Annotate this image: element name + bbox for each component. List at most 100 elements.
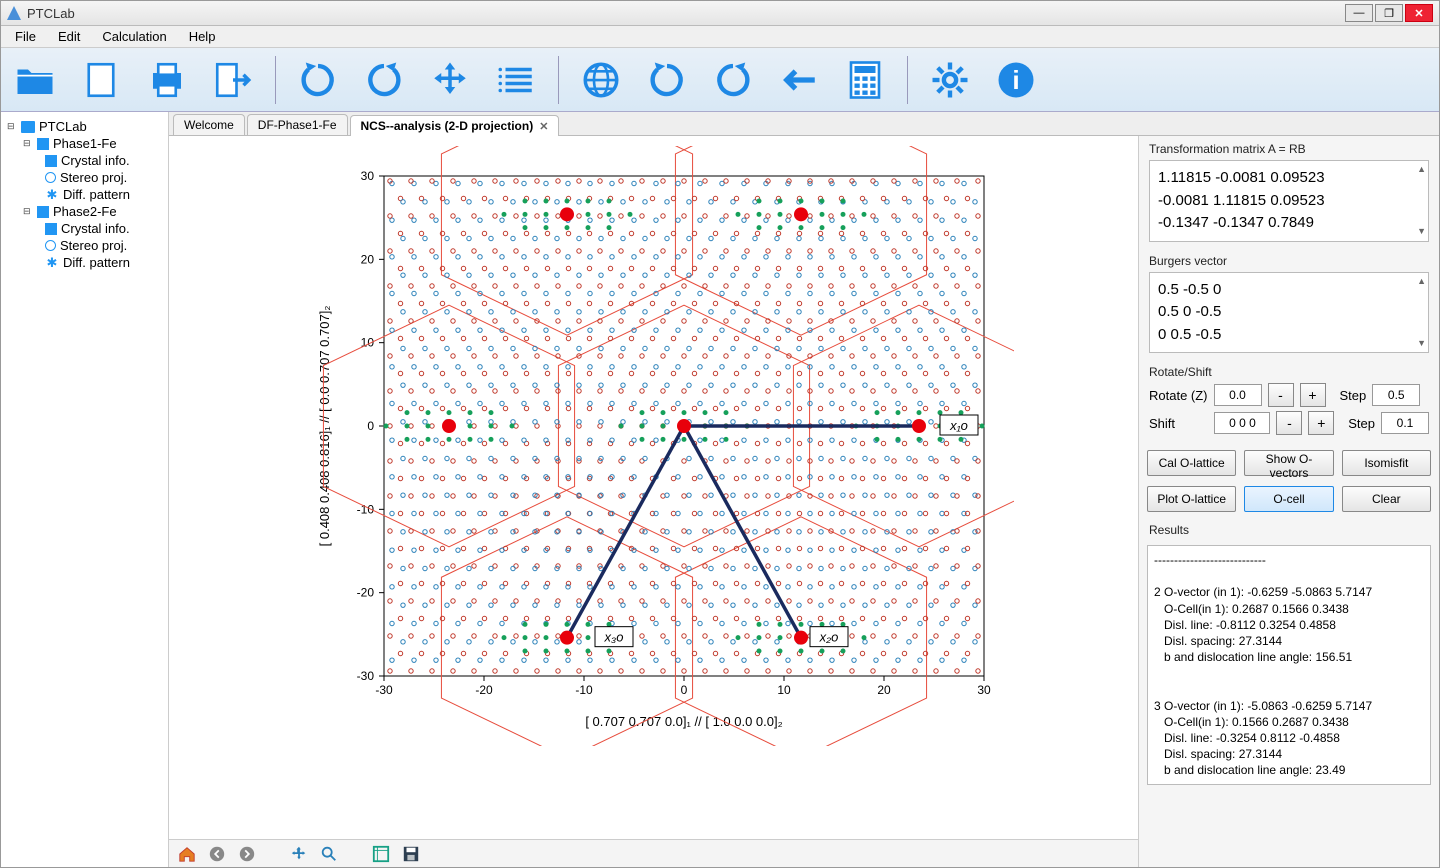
matrix-box[interactable]: 1.11815 -0.0081 0.09523 -0.0081 1.11815 … xyxy=(1149,160,1429,242)
save-plot-icon[interactable] xyxy=(401,844,421,864)
svg-text:x₂o: x₂o xyxy=(818,630,838,645)
grid-icon xyxy=(37,206,49,218)
app-window: PTCLab — ❐ ✕ File Edit Calculation Help … xyxy=(0,0,1440,868)
arrow-left-icon[interactable] xyxy=(775,56,823,104)
svg-text:0: 0 xyxy=(680,683,687,697)
menu-edit[interactable]: Edit xyxy=(48,27,90,46)
tree-phase2[interactable]: ⊟ Phase2-Fe xyxy=(3,203,166,220)
svg-text:-20: -20 xyxy=(356,586,374,600)
svg-text:-30: -30 xyxy=(356,669,374,683)
rotate-step-input[interactable] xyxy=(1372,384,1420,406)
svg-text:-10: -10 xyxy=(575,683,593,697)
tab-close-icon[interactable]: ✕ xyxy=(539,120,548,133)
matrix-label: Transformation matrix A = RB xyxy=(1149,142,1429,156)
clear-button[interactable]: Clear xyxy=(1342,486,1431,512)
cal-o-lattice-button[interactable]: Cal O-lattice xyxy=(1147,450,1236,476)
svg-text:x₁o: x₁o xyxy=(949,418,968,433)
tree-toggle-icon[interactable]: ⊟ xyxy=(23,138,33,149)
menu-file[interactable]: File xyxy=(5,27,46,46)
tree-stereo-proj-2[interactable]: Stereo proj. xyxy=(3,237,166,254)
shift-minus-button[interactable]: - xyxy=(1276,411,1302,435)
rotate-z-input[interactable] xyxy=(1214,384,1262,406)
svg-text:30: 30 xyxy=(360,169,374,183)
shift-plus-button[interactable]: + xyxy=(1308,411,1334,435)
tree-panel: ⊟ PTCLab ⊟ Phase1-Fe Crystal info. Stere… xyxy=(1,112,169,867)
tabbar: Welcome DF-Phase1-Fe NCS--analysis (2-D … xyxy=(169,112,1439,136)
shift-step-input[interactable] xyxy=(1381,412,1429,434)
shift-row: Shift - + Step xyxy=(1149,411,1429,435)
new-file-icon[interactable] xyxy=(77,56,125,104)
minimize-button[interactable]: — xyxy=(1345,4,1373,22)
back-icon[interactable] xyxy=(207,844,227,864)
globe-icon xyxy=(45,172,56,183)
rotate-z-label: Rotate (Z) xyxy=(1149,388,1208,403)
app-title: PTCLab xyxy=(27,6,1345,21)
pan-icon[interactable] xyxy=(289,844,309,864)
calculator-icon[interactable] xyxy=(841,56,889,104)
plot-region: -30-20-100102030-30-20-100102030[ 0.707 … xyxy=(169,136,1139,867)
rotate-ccw-2-icon[interactable] xyxy=(709,56,757,104)
toolbar-separator xyxy=(558,56,559,104)
results-box[interactable]: ---------------------------- 2 O-vector … xyxy=(1147,545,1431,785)
tab-ncs-analysis[interactable]: NCS--analysis (2-D projection)✕ xyxy=(350,115,560,136)
svg-text:[ 0.707 0.707 0.0]₁ // [ 1.0 0: [ 0.707 0.707 0.0]₁ // [ 1.0 0.0 0.0]₂ xyxy=(585,714,782,729)
svg-text:30: 30 xyxy=(977,683,991,697)
config-icon[interactable] xyxy=(371,844,391,864)
rotate-plus-button[interactable]: + xyxy=(1300,383,1326,407)
toolbar: i xyxy=(1,48,1439,112)
tab-welcome[interactable]: Welcome xyxy=(173,114,245,135)
print-icon[interactable] xyxy=(143,56,191,104)
home-icon[interactable] xyxy=(177,844,197,864)
svg-text:0: 0 xyxy=(367,419,374,433)
svg-text:-30: -30 xyxy=(375,683,393,697)
tree-toggle-icon[interactable]: ⊟ xyxy=(23,206,33,217)
rotate-ccw-icon[interactable] xyxy=(360,56,408,104)
grid-icon xyxy=(37,138,49,150)
toolbar-separator xyxy=(907,56,908,104)
side-panel: Transformation matrix A = RB 1.11815 -0.… xyxy=(1139,136,1439,867)
tree-diff-pattern-2[interactable]: ✱Diff. pattern xyxy=(3,254,166,271)
show-o-vectors-button[interactable]: Show O-vectors xyxy=(1244,450,1333,476)
zoom-icon[interactable] xyxy=(319,844,339,864)
plot-o-lattice-button[interactable]: Plot O-lattice xyxy=(1147,486,1236,512)
gear-icon[interactable] xyxy=(926,56,974,104)
move-icon[interactable] xyxy=(426,56,474,104)
window-buttons: — ❐ ✕ xyxy=(1345,4,1433,22)
tab-df-phase1[interactable]: DF-Phase1-Fe xyxy=(247,114,348,135)
svg-text:x₃o: x₃o xyxy=(603,630,623,645)
open-folder-icon[interactable] xyxy=(11,56,59,104)
forward-icon[interactable] xyxy=(237,844,257,864)
main-area: Welcome DF-Phase1-Fe NCS--analysis (2-D … xyxy=(169,112,1439,867)
tree-crystal-info-2[interactable]: Crystal info. xyxy=(3,220,166,237)
globe-icon xyxy=(45,240,56,251)
plot-canvas[interactable]: -30-20-100102030-30-20-100102030[ 0.707 … xyxy=(169,136,1138,839)
isomisfit-button[interactable]: Isomisfit xyxy=(1342,450,1431,476)
tree-crystal-info-1[interactable]: Crystal info. xyxy=(3,152,166,169)
close-button[interactable]: ✕ xyxy=(1405,4,1433,22)
tree-root[interactable]: ⊟ PTCLab xyxy=(3,118,166,135)
button-row-1: Cal O-lattice Show O-vectors Isomisfit xyxy=(1147,450,1431,476)
tree-phase1[interactable]: ⊟ Phase1-Fe xyxy=(3,135,166,152)
tree-toggle-icon[interactable]: ⊟ xyxy=(7,121,17,132)
info-icon[interactable]: i xyxy=(992,56,1040,104)
canvas-area: -30-20-100102030-30-20-100102030[ 0.707 … xyxy=(169,136,1439,867)
globe-icon[interactable] xyxy=(577,56,625,104)
rotate-step-label: Step xyxy=(1340,388,1367,403)
rotate-cw-2-icon[interactable] xyxy=(643,56,691,104)
exit-icon[interactable] xyxy=(209,56,257,104)
tree-diff-pattern-1[interactable]: ✱Diff. pattern xyxy=(3,186,166,203)
menu-help[interactable]: Help xyxy=(179,27,226,46)
tree-stereo-proj-1[interactable]: Stereo proj. xyxy=(3,169,166,186)
plot-toolbar xyxy=(169,839,1138,867)
burgers-box[interactable]: 0.5 -0.5 0 0.5 0 -0.5 0 0.5 -0.5▲▼ xyxy=(1149,272,1429,354)
list-icon[interactable] xyxy=(492,56,540,104)
menu-calculation[interactable]: Calculation xyxy=(92,27,176,46)
rotate-cw-icon[interactable] xyxy=(294,56,342,104)
svg-text:20: 20 xyxy=(360,252,374,266)
shift-input[interactable] xyxy=(1214,412,1270,434)
o-cell-button[interactable]: O-cell xyxy=(1244,486,1333,512)
rotate-minus-button[interactable]: - xyxy=(1268,383,1294,407)
shift-step-label: Step xyxy=(1348,416,1375,431)
grid-icon xyxy=(45,223,57,235)
maximize-button[interactable]: ❐ xyxy=(1375,4,1403,22)
